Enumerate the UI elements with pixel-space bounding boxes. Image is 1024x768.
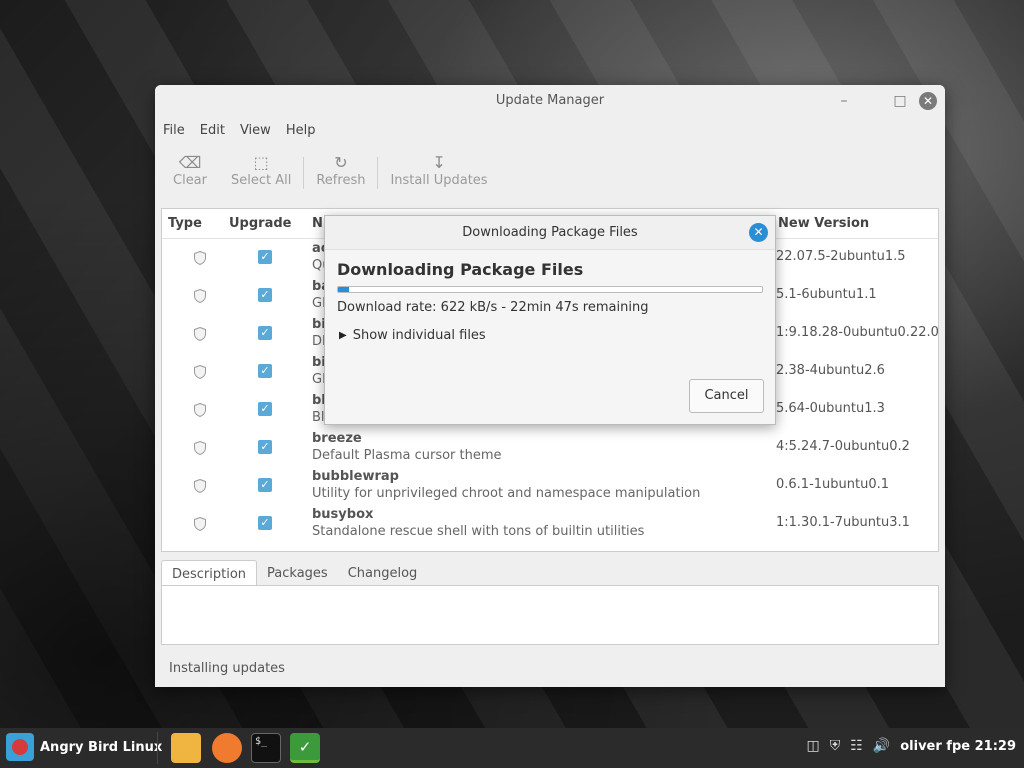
minimize-icon[interactable]: – — [835, 92, 853, 110]
package-version: 1:1.30.1-7ubuntu3.1 — [776, 515, 910, 530]
upgrade-checkbox[interactable]: ✓ — [258, 288, 272, 302]
select-all-button[interactable]: ⬚ Select All — [219, 143, 303, 188]
download-icon: ↧ — [432, 153, 446, 172]
select-all-icon: ⬚ — [253, 153, 269, 172]
shield-icon — [194, 327, 206, 341]
shield-icon — [194, 289, 206, 303]
menu-view[interactable]: View — [240, 123, 271, 138]
download-progress-bar — [337, 286, 763, 293]
menu-edit[interactable]: Edit — [200, 123, 225, 138]
header-new-version[interactable]: New Version — [778, 216, 869, 231]
package-description: Standalone rescue shell with tons of bui… — [312, 524, 645, 539]
table-row[interactable]: ✓ busybox Standalone rescue shell with ton… — [162, 505, 938, 543]
package-version: 5.1-6ubuntu1.1 — [776, 287, 877, 302]
taskbar-separator — [157, 732, 158, 764]
refresh-button[interactable]: ↻ Refresh — [304, 143, 377, 188]
tab-description[interactable]: Description — [161, 560, 258, 586]
tab-changelog[interactable]: Changelog — [338, 560, 428, 586]
show-individual-files-expander[interactable]: ▶ Show individual files — [339, 328, 486, 343]
package-version: 2.38-4ubuntu2.6 — [776, 363, 885, 378]
package-description: Utility for unprivileged chroot and name… — [312, 486, 701, 501]
description-panel — [161, 585, 939, 645]
terminal-icon[interactable]: $_ — [251, 733, 281, 763]
dialog-titlebar[interactable]: Downloading Package Files ✕ — [325, 216, 775, 250]
menu-help[interactable]: Help — [286, 123, 316, 138]
shield-tray-icon[interactable]: ⛨ — [830, 738, 841, 754]
package-version: 22.07.5-2ubuntu1.5 — [776, 249, 906, 264]
system-tray: ◫ ⛨ ☷ 🔊 oliver fpe 21:29 — [797, 738, 1017, 754]
package-name: busybox — [312, 507, 374, 522]
shield-icon — [194, 479, 206, 493]
package-version: 5.64-0ubuntu1.3 — [776, 401, 885, 416]
select-all-label: Select All — [231, 173, 292, 188]
upgrade-checkbox[interactable]: ✓ — [258, 516, 272, 530]
details-tabs: Description Packages Changelog — [161, 560, 427, 586]
clear-button[interactable]: ⌫ Clear — [161, 143, 219, 188]
clipboard-icon[interactable]: ◫ — [807, 738, 820, 754]
maximize-icon[interactable]: □ — [891, 92, 909, 110]
upgrade-checkbox[interactable]: ✓ — [258, 478, 272, 492]
user-clock[interactable]: oliver fpe 21:29 — [900, 739, 1016, 754]
header-upgrade[interactable]: Upgrade — [229, 216, 291, 231]
package-description: Bl — [312, 410, 325, 425]
taskbar: Angry Bird Linux $_ ✓ ◫ ⛨ ☷ 🔊 oliver fpe… — [0, 728, 1024, 768]
download-dialog[interactable]: Downloading Package Files ✕ Downloading … — [324, 215, 776, 425]
upgrade-checkbox[interactable]: ✓ — [258, 364, 272, 378]
install-updates-button[interactable]: ↧ Install Updates — [378, 143, 499, 188]
upgrade-checkbox[interactable]: ✓ — [258, 402, 272, 416]
dialog-close-icon[interactable]: ✕ — [749, 223, 768, 242]
expander-label: Show individual files — [352, 328, 486, 343]
shield-icon — [194, 365, 206, 379]
volume-icon[interactable]: 🔊 — [873, 738, 890, 754]
dialog-title: Downloading Package Files — [462, 225, 638, 240]
status-text: Installing updates — [169, 661, 285, 676]
expander-arrow-icon: ▶ — [339, 330, 347, 341]
tab-packages[interactable]: Packages — [257, 560, 338, 586]
upgrade-checkbox[interactable]: ✓ — [258, 250, 272, 264]
header-name[interactable]: N — [312, 216, 323, 231]
start-menu-label: Angry Bird Linux — [40, 739, 163, 755]
refresh-icon: ↻ — [334, 153, 348, 172]
package-version: 0.6.1-1ubuntu0.1 — [776, 477, 890, 492]
dialog-heading: Downloading Package Files — [337, 260, 584, 279]
angry-bird-logo-icon — [6, 733, 34, 761]
clear-label: Clear — [173, 173, 207, 188]
cancel-button[interactable]: Cancel — [689, 379, 764, 413]
network-icon[interactable]: ☷ — [850, 738, 863, 754]
start-menu-button[interactable]: Angry Bird Linux — [6, 733, 162, 761]
window-titlebar[interactable]: Update Manager – □ ✕ — [155, 85, 945, 117]
shield-icon — [194, 441, 206, 455]
header-type[interactable]: Type — [168, 216, 202, 231]
backspace-icon: ⌫ — [178, 153, 202, 172]
close-icon[interactable]: ✕ — [919, 92, 937, 110]
package-version: 4:5.24.7-0ubuntu0.2 — [776, 439, 910, 454]
table-row[interactable]: ✓ bubblewrap Utility for unprivileged chro… — [162, 467, 938, 505]
shield-icon — [194, 517, 206, 531]
shield-icon — [194, 251, 206, 265]
install-updates-label: Install Updates — [390, 173, 488, 188]
package-name: bubblewrap — [312, 469, 399, 484]
upgrade-checkbox[interactable]: ✓ — [258, 440, 272, 454]
progress-fill — [338, 287, 349, 292]
menubar: File Edit View Help — [155, 117, 945, 143]
menu-file[interactable]: File — [163, 123, 185, 138]
download-rate-text: Download rate: 622 kB/s - 22min 47s rema… — [337, 300, 649, 315]
table-row[interactable]: ✓ breeze Default Plasma cursor theme 4:5.24… — [162, 429, 938, 467]
window-title: Update Manager — [495, 93, 605, 108]
files-icon[interactable] — [171, 733, 201, 763]
shield-icon — [194, 403, 206, 417]
package-version: 1:9.18.28-0ubuntu0.22.04 — [776, 325, 939, 340]
refresh-label: Refresh — [316, 173, 366, 188]
upgrade-checkbox[interactable]: ✓ — [258, 326, 272, 340]
update-manager-shield-icon[interactable]: ✓ — [290, 733, 320, 763]
toolbar: ⌫ Clear ⬚ Select All ↻ Refresh ↧ Install… — [155, 143, 945, 201]
package-description: Default Plasma cursor theme — [312, 448, 502, 463]
firefox-icon[interactable] — [212, 733, 242, 763]
package-name: breeze — [312, 431, 362, 446]
